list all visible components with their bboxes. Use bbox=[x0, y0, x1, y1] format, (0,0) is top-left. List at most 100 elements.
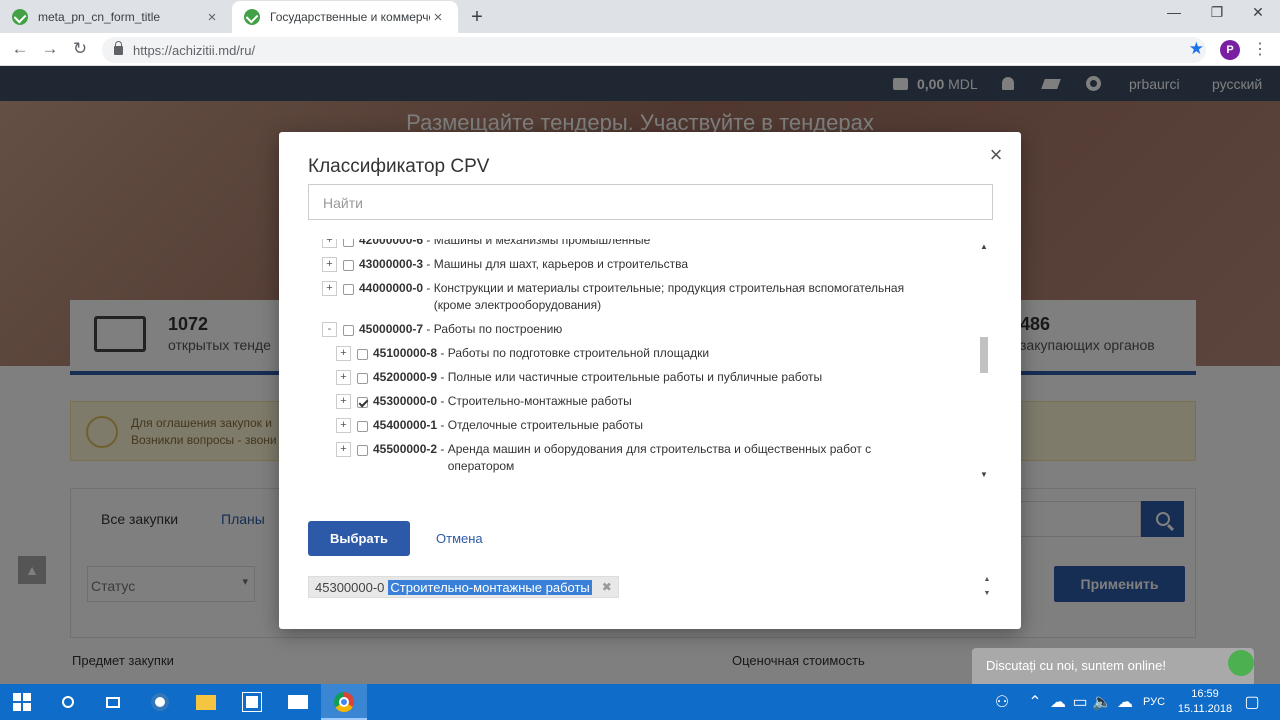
new-tab-icon[interactable]: + bbox=[466, 6, 488, 29]
cpv-checkbox[interactable] bbox=[357, 445, 368, 456]
expand-icon[interactable]: + bbox=[336, 394, 351, 409]
tab-close-icon[interactable]: × bbox=[204, 9, 220, 26]
cpv-code: 45300000-0 bbox=[373, 394, 438, 408]
mail-icon[interactable] bbox=[286, 690, 310, 714]
cpv-code: 45000000-7 bbox=[359, 322, 424, 336]
chat-bubble-icon[interactable] bbox=[1228, 650, 1254, 676]
cpv-checkbox[interactable] bbox=[357, 349, 368, 360]
selected-tag: 45300000-0 Строительно-монтажные работы … bbox=[308, 576, 619, 598]
cancel-link[interactable]: Отмена bbox=[436, 531, 483, 546]
tab-close-icon[interactable]: × bbox=[430, 9, 446, 26]
file-explorer-icon[interactable] bbox=[194, 690, 218, 714]
cpv-classifier-modal: Классификатор CPV × Найти +42000000-6 - … bbox=[279, 132, 1021, 629]
window-close-icon[interactable]: ✕ bbox=[1238, 4, 1278, 21]
selected-codes-box: 45300000-0 Строительно-монтажные работы … bbox=[308, 573, 993, 607]
tray-chevron-up-icon[interactable]: ⌃ bbox=[1023, 690, 1047, 714]
battery-icon[interactable]: ▭ bbox=[1068, 690, 1092, 714]
scroll-down-icon[interactable]: ▼ bbox=[978, 470, 990, 479]
cpv-tree-row[interactable]: +42000000-6 - Машины и механизмы промышл… bbox=[322, 239, 912, 249]
url-field[interactable]: https://achizitii.md/ru/ bbox=[102, 37, 1206, 63]
cpv-separator: - bbox=[437, 442, 448, 456]
store-icon[interactable] bbox=[240, 690, 264, 714]
cpv-code: 43000000-3 bbox=[359, 257, 424, 271]
search-icon[interactable] bbox=[56, 690, 80, 714]
notifications-icon[interactable]: ▢ bbox=[1240, 690, 1264, 714]
reload-icon[interactable]: ↻ bbox=[69, 39, 91, 59]
cpv-checkbox[interactable] bbox=[343, 239, 354, 247]
cpv-label: Работы по построению bbox=[433, 322, 563, 336]
tab-title: Государственные и коммерческ bbox=[270, 10, 430, 24]
scroll-thumb[interactable] bbox=[980, 337, 988, 373]
forward-icon[interactable]: → bbox=[39, 39, 61, 59]
cloud-upload-icon[interactable]: ☁ bbox=[1113, 690, 1137, 714]
edge-icon[interactable] bbox=[148, 690, 172, 714]
chat-widget[interactable]: Discutați cu noi, suntem online! bbox=[972, 648, 1254, 684]
cpv-label: Отделочные строительные работы bbox=[447, 418, 643, 432]
volume-icon[interactable]: 🔈 bbox=[1090, 690, 1114, 714]
lock-icon bbox=[114, 40, 123, 55]
cpv-code: 45500000-2 bbox=[373, 442, 438, 456]
chrome-icon[interactable] bbox=[332, 690, 356, 714]
cpv-tree-row[interactable]: +45100000-8 - Работы по подготовке строи… bbox=[336, 345, 912, 362]
cpv-tree: +42000000-6 - Машины и механизмы промышл… bbox=[308, 239, 993, 483]
onedrive-icon[interactable]: ☁ bbox=[1046, 690, 1070, 714]
site-favicon-icon bbox=[244, 9, 260, 25]
cpv-label: Полные или частичные строительные работы… bbox=[447, 370, 823, 384]
expand-icon[interactable]: + bbox=[336, 442, 351, 457]
maximize-icon[interactable]: ❐ bbox=[1197, 4, 1237, 21]
cpv-tree-row[interactable]: -45000000-7 - Работы по построению bbox=[322, 321, 912, 338]
profile-avatar[interactable]: P bbox=[1220, 40, 1240, 60]
selected-tag-name: Строительно-монтажные работы bbox=[388, 579, 592, 595]
input-language[interactable]: РУС bbox=[1143, 684, 1165, 720]
address-bar: ← → ↻ https://achizitii.md/ru/ ★ P ⋮ bbox=[0, 33, 1280, 66]
cpv-search-input[interactable]: Найти bbox=[308, 184, 993, 220]
expand-icon[interactable]: + bbox=[336, 346, 351, 361]
cpv-checkbox[interactable] bbox=[357, 397, 368, 408]
bookmark-star-icon[interactable]: ★ bbox=[1189, 39, 1204, 59]
cpv-tree-row[interactable]: +43000000-3 - Машины для шахт, карьеров … bbox=[322, 256, 912, 273]
cpv-code: 45200000-9 bbox=[373, 370, 438, 384]
expand-icon[interactable]: + bbox=[322, 281, 337, 296]
browser-tab-achizitii[interactable]: Государственные и коммерческ × bbox=[232, 1, 458, 33]
modal-close-icon[interactable]: × bbox=[985, 142, 1007, 168]
browser-menu-icon[interactable]: ⋮ bbox=[1252, 39, 1268, 59]
cpv-checkbox[interactable] bbox=[343, 260, 354, 271]
clock-time: 16:59 bbox=[1191, 688, 1219, 700]
modal-title: Классификатор CPV bbox=[308, 156, 490, 177]
task-view-icon[interactable] bbox=[101, 690, 125, 714]
taskbar-clock[interactable]: 16:59 15.11.2018 bbox=[1170, 687, 1240, 717]
remove-tag-icon[interactable]: ✖ bbox=[602, 580, 612, 594]
cpv-tree-row[interactable]: +45300000-0 - Строительно-монтажные рабо… bbox=[336, 393, 912, 410]
expand-icon[interactable]: + bbox=[322, 257, 337, 272]
cpv-separator: - bbox=[437, 394, 448, 408]
windows-start-icon[interactable] bbox=[10, 690, 34, 714]
select-button[interactable]: Выбрать bbox=[308, 521, 410, 556]
cpv-tree-row[interactable]: +44000000-0 - Конструкции и материалы ст… bbox=[322, 280, 912, 314]
collapse-icon[interactable]: - bbox=[322, 322, 337, 337]
tree-scrollbar[interactable]: ▲ ▼ bbox=[978, 239, 990, 483]
cpv-tree-row[interactable]: +45400000-1 - Отделочные строительные ра… bbox=[336, 417, 912, 434]
browser-tab-meta[interactable]: meta_pn_cn_form_title × bbox=[0, 1, 232, 33]
url-text: https://achizitii.md/ru/ bbox=[133, 42, 256, 58]
back-icon[interactable]: ← bbox=[9, 39, 31, 59]
cpv-separator: - bbox=[423, 239, 434, 247]
cpv-code: 45100000-8 bbox=[373, 346, 438, 360]
cpv-tree-row[interactable]: +45500000-2 - Аренда машин и оборудовани… bbox=[336, 441, 912, 475]
selected-scrollbar[interactable]: ▲ ▼ bbox=[981, 573, 993, 607]
cpv-checkbox[interactable] bbox=[343, 284, 354, 295]
cpv-checkbox[interactable] bbox=[357, 421, 368, 432]
cpv-label: Строительно-монтажные работы bbox=[447, 394, 632, 408]
cpv-checkbox[interactable] bbox=[343, 325, 354, 336]
cpv-tree-row[interactable]: +45200000-9 - Полные или частичные строи… bbox=[336, 369, 912, 386]
people-icon[interactable]: ⚇ bbox=[990, 690, 1014, 714]
minimize-icon[interactable]: — bbox=[1154, 4, 1194, 20]
expand-icon[interactable]: + bbox=[336, 370, 351, 385]
cpv-checkbox[interactable] bbox=[357, 373, 368, 384]
scroll-up-icon[interactable]: ▲ bbox=[978, 242, 990, 251]
expand-icon[interactable]: + bbox=[336, 418, 351, 433]
expand-icon[interactable]: + bbox=[322, 239, 337, 248]
cpv-label: Машины и механизмы промышленные bbox=[433, 239, 651, 247]
cpv-code: 42000000-6 bbox=[359, 239, 424, 247]
cpv-separator: - bbox=[423, 322, 434, 336]
clock-date: 15.11.2018 bbox=[1177, 703, 1233, 715]
